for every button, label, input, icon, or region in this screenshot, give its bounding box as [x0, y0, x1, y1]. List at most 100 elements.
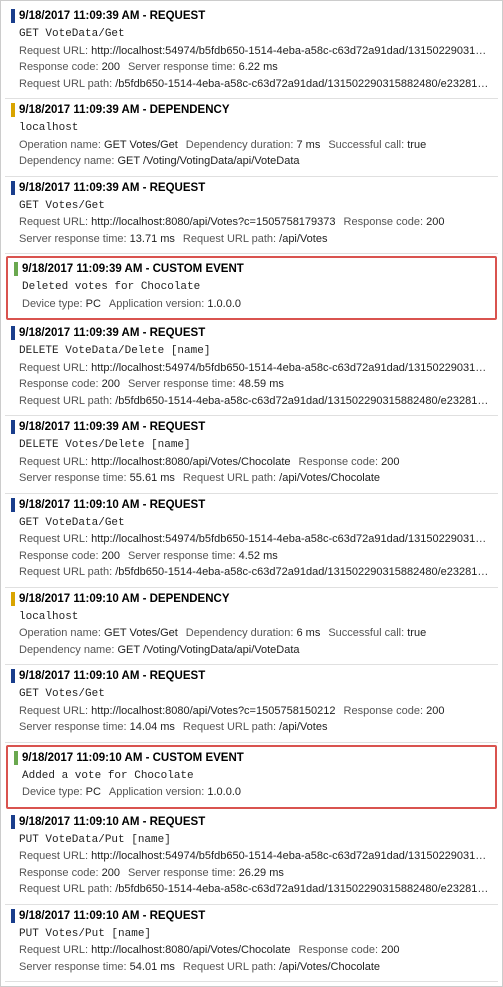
entry-header: 9/18/2017 11:09:10 AM - REQUEST — [11, 909, 492, 923]
kv-label: Response code — [19, 61, 102, 73]
entry-detail-line: Request URLhttp://localhost:54974/b5fdb6… — [11, 360, 492, 377]
log-entry[interactable]: 9/18/2017 11:09:10 AM - REQUESTPUT VoteD… — [5, 811, 498, 905]
kv-value: /api/Votes/Chocolate — [279, 472, 380, 484]
entry-detail-line: Response code200Server response time4.52… — [11, 548, 492, 565]
kv-label: Request URL — [19, 456, 91, 468]
kv-pair: Response code200 — [299, 944, 400, 956]
log-entry[interactable]: 9/18/2017 11:09:39 AM - DEPENDENCYlocalh… — [5, 99, 498, 177]
kv-label: Request URL — [19, 216, 91, 228]
kv-value: /api/Votes — [279, 721, 327, 733]
kv-value: 200 — [102, 378, 120, 390]
entry-header: 9/18/2017 11:09:39 AM - REQUEST — [11, 9, 492, 23]
kv-value: /b5fdb650-1514-4eba-a58c-c63d72a91dad/13… — [115, 78, 492, 90]
kv-pair: Server response time54.01 ms — [19, 961, 175, 973]
kv-label: Response code — [19, 867, 102, 879]
entry-detail-line: GET VoteData/Get — [11, 25, 492, 43]
kv-pair: Response code200 — [19, 378, 120, 390]
entry-detail-line: DELETE Votes/Delete [name] — [11, 436, 492, 454]
kv-pair: Server response time6.22 ms — [128, 61, 278, 73]
kv-label: Request URL path — [183, 721, 279, 733]
kv-pair: Server response time48.59 ms — [128, 378, 284, 390]
kv-value: GET /Voting/VotingData/api/VoteData — [117, 155, 299, 167]
kv-label: Server response time — [128, 550, 239, 562]
kv-value: 1.0.0.0 — [207, 786, 241, 798]
kv-label: Response code — [299, 456, 382, 468]
operation-text: DELETE VoteData/Delete [name] — [19, 345, 210, 357]
kv-label: Response code — [299, 944, 382, 956]
log-entry[interactable]: 9/18/2017 11:09:39 AM - REQUESTGET Votes… — [5, 177, 498, 255]
type-color-bar — [11, 669, 15, 683]
entry-detail-line: Dependency nameGET /Voting/VotingData/ap… — [11, 642, 492, 659]
kv-value: 6 ms — [297, 627, 321, 639]
operation-text: GET Votes/Get — [19, 688, 105, 700]
kv-value: 1.0.0.0 — [207, 298, 241, 310]
kv-label: Operation name — [19, 627, 104, 639]
kv-label: Request URL — [19, 362, 91, 374]
entry-detail-line: Server response time54.01 ms Request URL … — [11, 959, 492, 976]
kv-pair: Server response time26.29 ms — [128, 867, 284, 879]
timestamp-type: 9/18/2017 11:09:39 AM - REQUEST — [19, 327, 205, 339]
kv-value: 200 — [381, 456, 399, 468]
kv-pair: Response code200 — [344, 705, 445, 717]
entry-detail-line: DELETE VoteData/Delete [name] — [11, 342, 492, 360]
kv-pair: Request URL path/api/Votes — [183, 721, 328, 733]
log-entry[interactable]: 9/18/2017 11:09:10 AM - CUSTOM EVENTAdde… — [6, 745, 497, 809]
kv-pair: Operation nameGET Votes/Get — [19, 627, 178, 639]
timestamp-type: 9/18/2017 11:09:39 AM - REQUEST — [19, 421, 205, 433]
kv-pair: Successful calltrue — [328, 139, 426, 151]
entry-detail-line: Server response time13.71 msRequest URL … — [11, 231, 492, 248]
kv-pair: Request URLhttp://localhost:8080/api/Vot… — [19, 944, 291, 956]
log-entry[interactable]: 9/18/2017 11:09:10 AM - REQUESTGET VoteD… — [5, 494, 498, 588]
kv-label: Dependency duration — [186, 627, 297, 639]
kv-label: Server response time — [128, 378, 239, 390]
log-entry[interactable]: 9/18/2017 11:09:39 AM - REQUEST DELETE Vo… — [5, 322, 498, 416]
type-color-bar — [11, 909, 15, 923]
kv-pair: Request URL path/api/Votes/Chocolate — [183, 961, 380, 973]
kv-pair: Response code200 — [344, 216, 445, 228]
kv-label: Response code — [344, 216, 427, 228]
timestamp-type: 9/18/2017 11:09:10 AM - DEPENDENCY — [19, 593, 230, 605]
kv-value: 200 — [102, 61, 120, 73]
kv-value: 4.52 ms — [239, 550, 278, 562]
kv-value: 6.22 ms — [239, 61, 278, 73]
kv-pair: Device typePC — [22, 786, 101, 798]
log-entry[interactable]: 9/18/2017 11:09:10 AM - REQUESTGET Votes… — [5, 665, 498, 743]
timestamp-type: 9/18/2017 11:09:10 AM - REQUEST — [19, 910, 205, 922]
kv-value: http://localhost:8080/api/Votes/Chocolat… — [91, 944, 290, 956]
kv-pair: Successful calltrue — [328, 627, 426, 639]
entry-detail-line: Request URLhttp://localhost:54974/b5fdb6… — [11, 43, 492, 60]
entry-detail-line: Device typePCApplication version1.0.0.0 — [14, 296, 489, 313]
kv-label: Successful call — [328, 627, 407, 639]
log-entry[interactable]: 9/18/2017 11:09:39 AM - REQUEST DELETE Vo… — [5, 416, 498, 494]
kv-pair: Device typePC — [22, 298, 101, 310]
log-entry[interactable]: 9/18/2017 11:09:39 AM - CUSTOM EVENTDele… — [6, 256, 497, 320]
kv-pair: Dependency nameGET /Voting/VotingData/ap… — [19, 155, 300, 167]
type-color-bar — [11, 9, 15, 23]
log-entry[interactable]: 9/18/2017 11:09:39 AM - REQUEST GET VoteD… — [5, 5, 498, 99]
log-entry[interactable]: 9/18/2017 11:09:10 AM - REQUESTPUT Votes… — [5, 905, 498, 983]
kv-value: 14.04 ms — [130, 721, 175, 733]
entry-detail-line: Request URL path/b5fdb650-1514-4eba-a58c… — [11, 393, 492, 410]
kv-value: 200 — [102, 867, 120, 879]
kv-label: Dependency duration — [186, 139, 297, 151]
entry-detail-line: Request URL path/b5fdb650-1514-4eba-a58c… — [11, 564, 492, 581]
kv-value: GET Votes/Get — [104, 139, 178, 151]
kv-pair: Dependency nameGET /Voting/VotingData/ap… — [19, 644, 300, 656]
kv-value: 54.01 ms — [130, 961, 175, 973]
entry-detail-line: Response code200 Server response time48.5… — [11, 376, 492, 393]
kv-value: true — [407, 627, 426, 639]
kv-value: true — [407, 139, 426, 151]
kv-value: 48.59 ms — [239, 378, 284, 390]
entry-detail-line: Deleted votes for Chocolate — [14, 278, 489, 296]
kv-pair: Request URL path/api/Votes — [183, 233, 328, 245]
kv-label: Response code — [19, 378, 102, 390]
entry-detail-line: Request URLhttp://localhost:54974/b5fdb6… — [11, 531, 492, 548]
kv-pair: Response code200 — [19, 867, 120, 879]
log-entry[interactable]: 9/18/2017 11:09:10 AM - DEPENDENCY localh… — [5, 588, 498, 666]
kv-pair: Request URL path/b5fdb650-1514-4eba-a58c… — [19, 395, 492, 407]
operation-text: localhost — [19, 611, 78, 623]
type-color-bar — [11, 498, 15, 512]
kv-pair: Request URLhttp://localhost:54974/b5fdb6… — [19, 362, 491, 374]
kv-value: 55.61 ms — [130, 472, 175, 484]
entry-detail-line: Response code200 Server response time6.22… — [11, 59, 492, 76]
